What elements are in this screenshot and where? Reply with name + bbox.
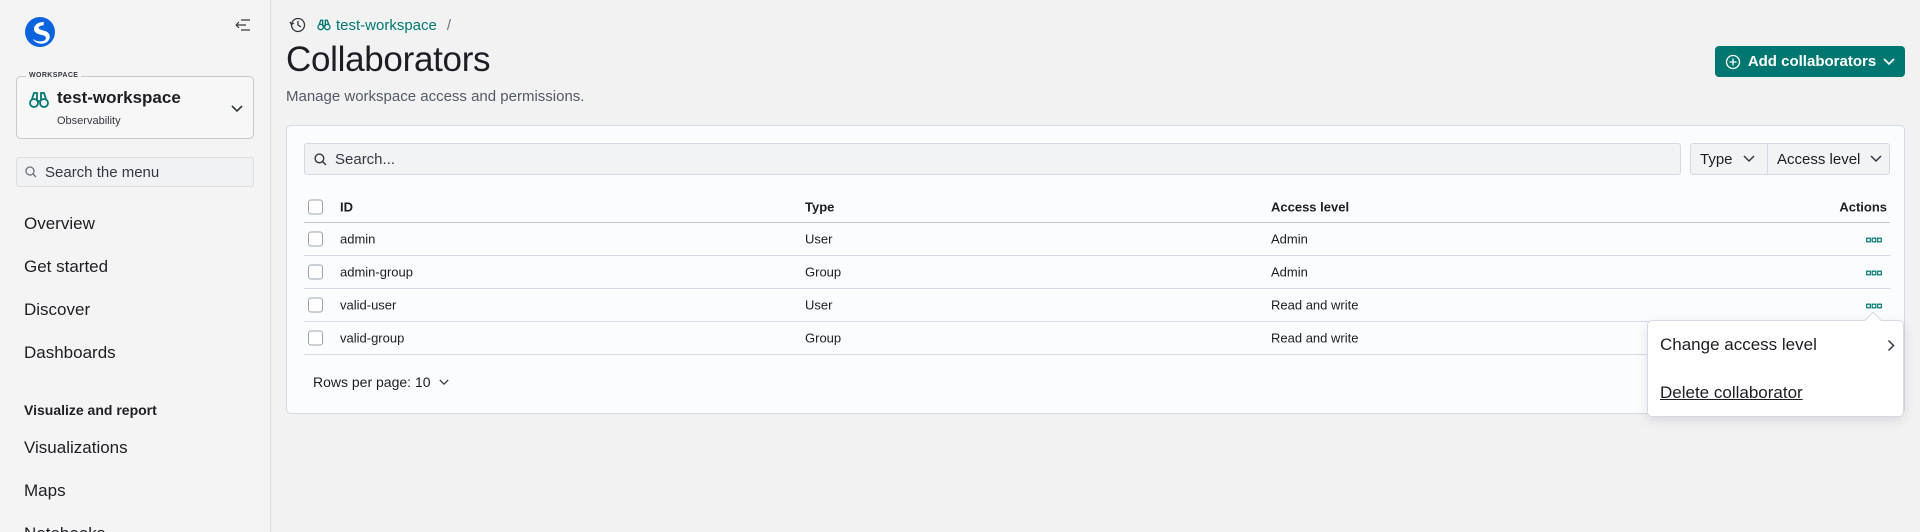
type-filter-button[interactable]: Type [1690,143,1768,175]
binoculars-icon [29,91,49,114]
table-row: valid-user User Read and write [304,289,1890,322]
row-checkbox[interactable] [308,297,323,313]
side-navigation: WORKSPACE test-workspace Observability O… [0,0,271,532]
row-checkbox[interactable] [308,231,323,247]
type-filter-label: Type [1700,150,1733,168]
history-icon[interactable] [289,16,307,34]
logo-icon [22,14,58,50]
nav-item-notebooks[interactable]: Notebooks [24,524,105,532]
column-header-type[interactable]: Type [805,200,834,215]
change-access-level-label: Change access level [1660,335,1817,354]
chevron-down-icon [1870,155,1882,163]
cell-access: Read and write [1271,297,1359,313]
cell-access: Admin [1271,231,1308,247]
add-collaborators-button[interactable]: Add collaborators [1715,46,1905,77]
table-search[interactable] [304,143,1681,175]
cell-type: User [805,297,833,313]
binoculars-icon [317,19,331,31]
chevron-down-icon [1743,155,1755,163]
workspace-name: test-workspace [57,88,181,107]
page-description: Manage workspace access and permissions. [286,88,585,105]
cell-type: Group [805,264,842,280]
cell-access: Read and write [1271,330,1359,346]
cell-access: Admin [1271,264,1308,280]
add-collaborators-label: Add collaborators [1747,53,1877,70]
access-filter-label: Access level [1777,150,1861,168]
row-actions-popover: Change access level Delete collaborator [1647,311,1904,417]
menu-search-input[interactable] [45,163,245,181]
page-title: Collaborators [286,40,491,79]
chevron-right-icon [1887,339,1895,351]
column-header-access[interactable]: Access level [1271,200,1349,215]
nav-item-overview[interactable]: Overview [24,214,95,234]
table-header-row: ID Type Access level Actions [304,192,1890,223]
rows-per-page-label: Rows per page: 10 [313,374,431,390]
nav-item-visualizations[interactable]: Visualizations [24,438,128,458]
table-row: admin User Admin [304,223,1890,256]
nav-item-dashboards[interactable]: Dashboards [24,343,116,363]
cell-id: valid-user [340,297,397,313]
select-all-checkbox[interactable] [308,199,323,215]
workspace-selector[interactable]: WORKSPACE test-workspace Observability [16,72,254,139]
cell-type: Group [805,330,842,346]
chevron-down-icon [438,379,449,385]
access-level-filter-button[interactable]: Access level [1767,143,1890,175]
breadcrumb-separator: / [446,16,452,34]
nav-item-get-started[interactable]: Get started [24,257,108,277]
row-actions-icon[interactable] [1866,232,1882,247]
nav-section-title: Visualize and report [24,402,157,418]
row-actions-icon[interactable] [1866,265,1882,280]
search-icon [25,166,37,178]
cell-type: User [805,231,833,247]
cell-id: valid-group [340,330,405,346]
row-checkbox[interactable] [308,330,323,346]
cell-id: admin [340,231,376,247]
row-checkbox[interactable] [308,264,323,280]
menu-search[interactable] [16,157,254,187]
change-access-level-item[interactable]: Change access level [1660,335,1895,355]
table-row: admin-group Group Admin [304,256,1890,289]
chevron-down-icon [1883,57,1895,65]
row-actions-icon[interactable] [1866,298,1882,313]
delete-collaborator-item[interactable]: Delete collaborator [1660,383,1803,403]
collapse-menu-button[interactable] [232,14,254,36]
cell-id: admin-group [340,264,413,280]
column-header-actions: Actions [1839,199,1887,215]
breadcrumb-workspace[interactable]: test-workspace [336,17,437,34]
nav-item-maps[interactable]: Maps [24,481,66,501]
column-header-id[interactable]: ID [340,200,353,215]
rows-per-page-button[interactable]: Rows per page: 10 [313,374,449,390]
plus-circle-icon [1725,54,1740,69]
table-search-input[interactable] [335,150,1635,168]
workspace-type: Observability [57,115,121,127]
chevron-down-icon [230,101,244,119]
breadcrumb: test-workspace / [289,16,451,34]
collapse-icon [235,19,250,31]
nav-item-discover[interactable]: Discover [24,300,90,320]
search-icon [314,152,327,165]
workspace-legend: WORKSPACE [26,72,82,79]
